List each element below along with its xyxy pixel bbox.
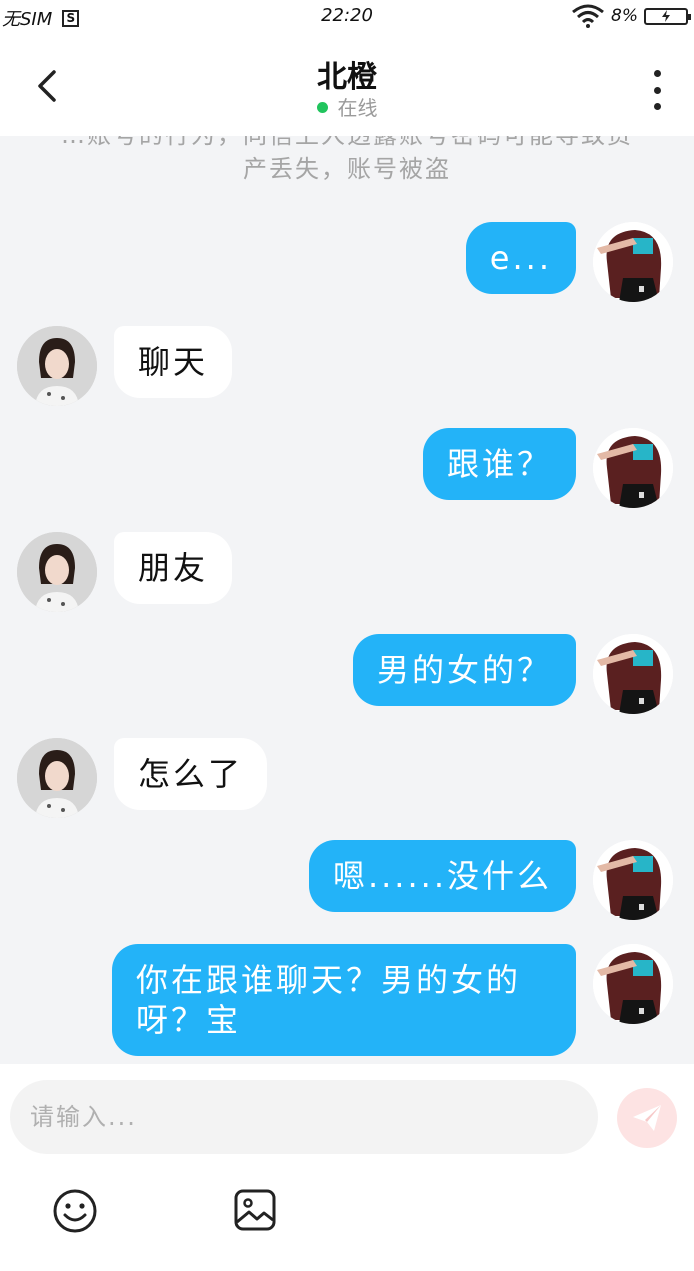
my-avatar-image [593,634,673,714]
contact-avatar-image [17,326,97,406]
contact-avatar[interactable] [17,326,97,406]
my-avatar-image [593,222,673,302]
my-avatar[interactable] [593,944,673,1024]
my-avatar[interactable] [593,222,673,302]
contact-avatar-image [17,532,97,612]
message-bubble-other[interactable]: 怎么了 [114,738,268,810]
send-button[interactable] [617,1088,677,1148]
message-bubble-me[interactable]: 嗯......没什么 [308,840,576,912]
my-avatar-image [593,944,673,1024]
online-dot-icon [316,102,328,113]
online-status: 在线 [0,92,694,121]
image-icon [234,1189,276,1231]
input-bar [0,1064,694,1271]
message-input[interactable] [10,1080,598,1154]
contact-avatar-image [17,738,97,818]
chat-header: 北橙 在线 [0,34,694,136]
image-button[interactable] [233,1188,277,1232]
send-icon [633,1105,661,1131]
wifi-icon [572,4,604,28]
status-right-group: 8% [571,4,691,28]
contact-avatar[interactable] [17,738,97,818]
message-bubble-me[interactable]: 你在跟谁聊天？男的女的呀？宝 [112,944,576,1056]
my-avatar[interactable] [593,634,673,714]
battery-percent: 8% [611,6,638,26]
battery-icon [644,7,691,25]
message-bubble-me[interactable]: 跟谁？ [422,428,576,500]
security-notice: …账号的行为，同信上人透露账号密码可能导致资产丢失，账号被盗 [61,136,631,183]
more-button[interactable] [642,70,672,110]
more-icon-dot [653,86,661,94]
contact-name: 北橙 [317,60,377,95]
more-icon-dot [653,70,661,77]
status-bar: 无SIM S 22:20 8% [0,0,694,34]
online-status-label: 在线 [337,96,378,120]
emoji-button[interactable] [52,1188,98,1234]
my-avatar-image [593,840,673,920]
message-bubble-other[interactable]: 聊天 [114,326,233,398]
more-icon-dot [653,103,661,110]
my-avatar[interactable] [593,840,673,920]
message-bubble-me[interactable]: e... [465,222,576,294]
chat-area[interactable]: …账号的行为，同信上人透露账号密码可能导致资产丢失，账号被盗 e... 聊天 跟… [0,136,694,1064]
message-bubble-me[interactable]: 男的女的？ [352,634,576,706]
emoji-icon [53,1189,97,1233]
my-avatar-image [593,428,673,508]
contact-avatar[interactable] [17,532,97,612]
my-avatar[interactable] [593,428,673,508]
message-bubble-other[interactable]: 朋友 [114,532,233,604]
